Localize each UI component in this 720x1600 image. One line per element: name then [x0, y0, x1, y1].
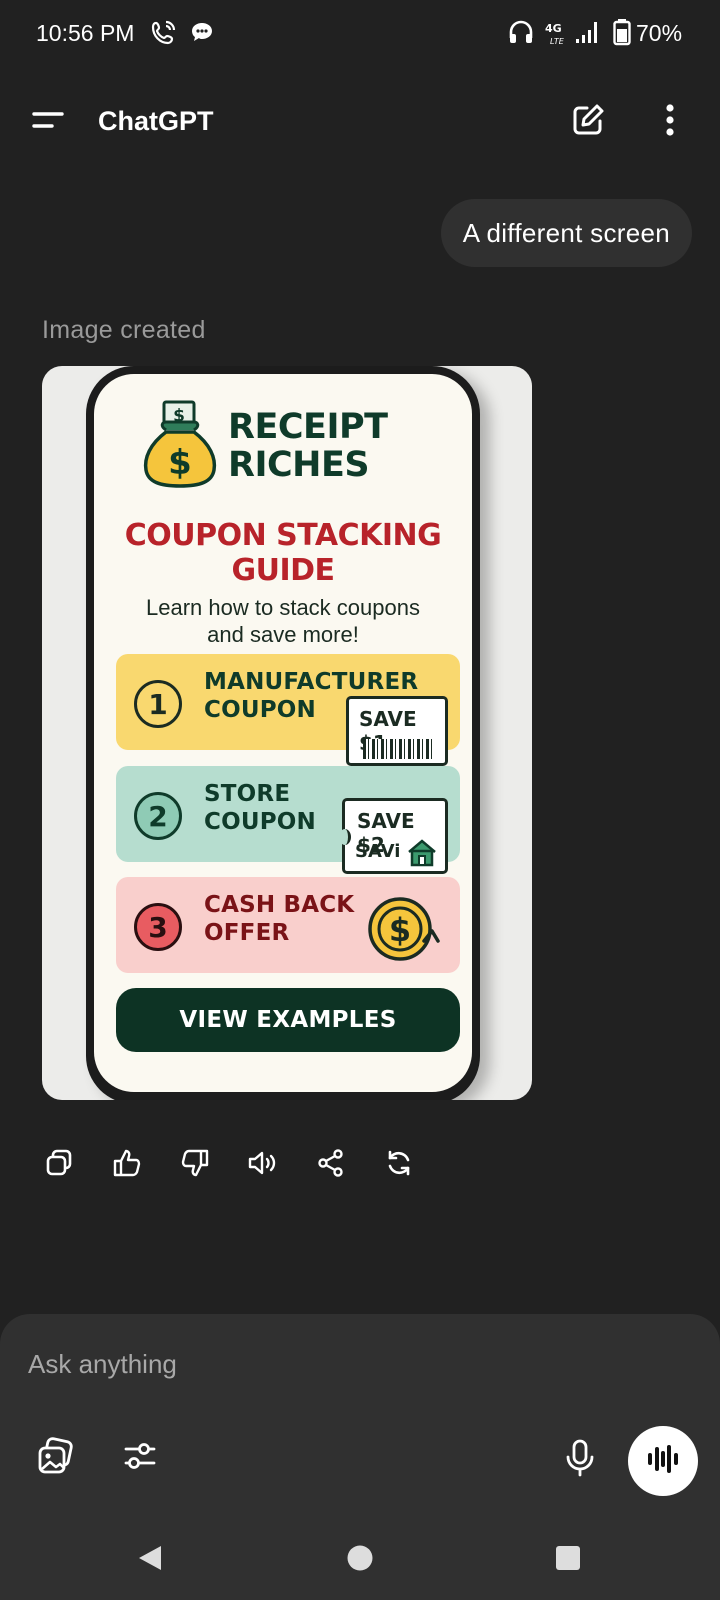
- phone-screen: $ $ RECEIPT RICHES COUPON STACKING GUIDE…: [94, 374, 472, 1092]
- step-label: CASH BACK OFFER: [204, 891, 354, 947]
- speaker-icon: [247, 1148, 279, 1183]
- status-time: 10:56 PM: [36, 20, 135, 46]
- menu-icon: [30, 108, 66, 137]
- tools-button[interactable]: [116, 1434, 164, 1482]
- network-4g-icon: 4G LTE: [544, 20, 572, 53]
- thumbs-up-icon: [112, 1148, 142, 1183]
- step-label-line-2: OFFER: [204, 920, 290, 946]
- subtitle: Learn how to stack coupons and save more…: [94, 594, 472, 648]
- read-aloud-button[interactable]: [246, 1148, 280, 1182]
- subtitle-line-1: Learn how to stack coupons: [146, 595, 420, 620]
- dictate-button[interactable]: [556, 1436, 604, 1484]
- more-options-button[interactable]: [648, 100, 692, 144]
- share-button[interactable]: [314, 1148, 348, 1182]
- home-button[interactable]: [340, 1540, 380, 1580]
- svg-text:$: $: [168, 443, 192, 483]
- regenerate-button[interactable]: [382, 1148, 416, 1182]
- svg-text:$: $: [389, 911, 411, 949]
- good-response-button[interactable]: [110, 1148, 144, 1182]
- image-created-label: Image created: [42, 316, 206, 344]
- bad-response-button[interactable]: [178, 1148, 212, 1182]
- step-number: 1: [134, 680, 182, 728]
- user-message: A different screen: [440, 199, 692, 267]
- prompt-input[interactable]: [28, 1346, 548, 1382]
- attach-image-button[interactable]: [32, 1434, 80, 1482]
- view-examples-button: VIEW EXAMPLES: [116, 988, 460, 1052]
- share-icon: [316, 1148, 346, 1183]
- step-manufacturer-coupon: 1 MANUFACTURER COUPON SAVE $1: [116, 654, 460, 766]
- coupon-tag-subtext: SAVi: [355, 841, 401, 862]
- home-circle-icon: [345, 1543, 375, 1578]
- step-store-coupon: 2 STORE COUPON SAVE $2 SAVi: [116, 766, 460, 874]
- wifi-calling-icon: [150, 18, 178, 51]
- status-bar: 10:56 PM 4G LTE 70%: [0, 0, 720, 66]
- svg-text:4G: 4G: [545, 22, 562, 35]
- copy-icon: [44, 1148, 74, 1183]
- sliders-icon: [122, 1438, 158, 1479]
- battery-percent: 70%: [636, 20, 683, 46]
- cell-signal-icon: [574, 18, 602, 51]
- voice-mode-button[interactable]: [628, 1426, 698, 1496]
- headphones-icon: [508, 18, 534, 51]
- tag-notch: [339, 829, 351, 845]
- more-vertical-icon: [664, 102, 676, 143]
- headline-line-1: COUPON STACKING: [124, 518, 442, 553]
- coupon-tag: SAVE $1: [346, 696, 448, 766]
- compose-icon: [570, 102, 606, 143]
- step-label-line-1: CASH BACK: [204, 892, 355, 918]
- step-number: 3: [134, 903, 182, 951]
- step-label-line-1: STORE: [204, 781, 291, 807]
- chat-bubble-icon: [188, 18, 216, 51]
- back-triangle-icon: [135, 1543, 165, 1578]
- svg-text:LTE: LTE: [550, 37, 565, 46]
- recents-square-icon: [553, 1543, 583, 1578]
- system-nav-bar: [0, 1524, 720, 1600]
- microphone-icon: [563, 1438, 597, 1483]
- step-label-line-1: MANUFACTURER: [204, 669, 419, 695]
- subtitle-line-2: and save more!: [207, 622, 359, 647]
- thumbs-down-icon: [180, 1148, 210, 1183]
- store-icon: [407, 839, 437, 871]
- app-bar: ChatGPT: [0, 86, 720, 156]
- barcode-icon: [363, 739, 435, 759]
- back-button[interactable]: [130, 1540, 170, 1580]
- step-number: 2: [134, 792, 182, 840]
- menu-button[interactable]: [26, 100, 70, 144]
- coupon-tag: SAVE $2 SAVi: [339, 798, 448, 874]
- new-chat-button[interactable]: [566, 100, 610, 144]
- brand-name: RECEIPT RICHES: [228, 408, 388, 484]
- headline-line-2: GUIDE: [231, 553, 335, 588]
- copy-button[interactable]: [42, 1148, 76, 1182]
- brand-line-1: RECEIPT: [228, 407, 388, 447]
- battery-icon: [612, 18, 632, 51]
- waveform-icon: [646, 1444, 680, 1479]
- step-label: STORE COUPON: [204, 780, 316, 836]
- generated-image[interactable]: $ $ RECEIPT RICHES COUPON STACKING GUIDE…: [42, 366, 532, 1100]
- images-icon: [36, 1436, 76, 1481]
- brand-line-2: RICHES: [228, 445, 370, 485]
- headline: COUPON STACKING GUIDE: [94, 518, 472, 588]
- step-label-line-2: COUPON: [204, 809, 316, 835]
- money-bag-icon: $ $: [142, 400, 218, 495]
- recents-button[interactable]: [548, 1540, 588, 1580]
- app-title: ChatGPT: [98, 106, 214, 136]
- cash-back-coin-icon: $: [366, 893, 442, 968]
- step-cash-back-offer: 3 CASH BACK OFFER $: [116, 877, 460, 973]
- refresh-icon: [383, 1148, 415, 1183]
- phone-mockup: $ $ RECEIPT RICHES COUPON STACKING GUIDE…: [86, 366, 480, 1100]
